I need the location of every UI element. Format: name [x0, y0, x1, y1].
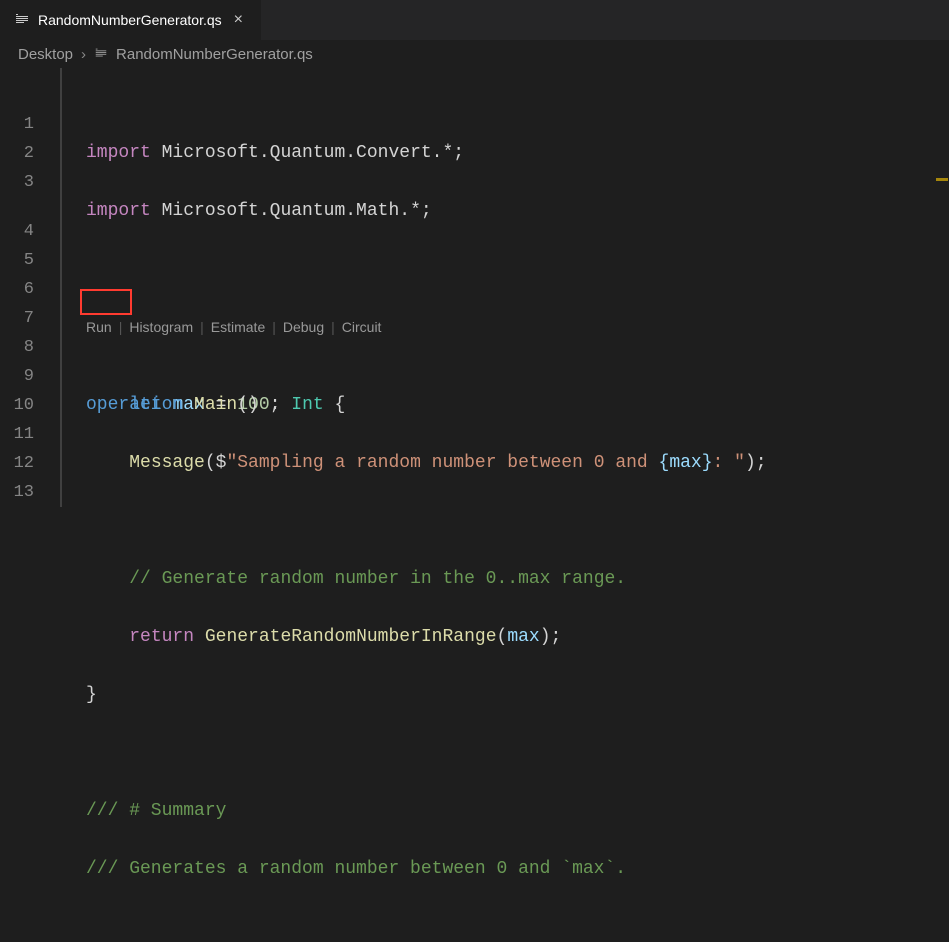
codelens-bar: Run | Histogram | Estimate | Debug | Cir… — [86, 313, 381, 342]
close-icon[interactable]: × — [230, 11, 247, 29]
line-number: 5 — [0, 246, 34, 275]
breadcrumb-folder[interactable]: Desktop — [18, 46, 73, 63]
file-icon — [94, 46, 108, 63]
chevron-right-icon: › — [81, 46, 86, 63]
line-number: 2 — [0, 139, 34, 168]
line-number: 7 — [0, 304, 34, 333]
codelens-histogram[interactable]: Histogram — [129, 313, 193, 342]
line-number: 6 — [0, 275, 34, 304]
line-number: 9 — [0, 362, 34, 391]
breadcrumb-file[interactable]: RandomNumberGenerator.qs — [116, 46, 313, 63]
codelens-circuit[interactable]: Circuit — [342, 313, 382, 342]
tab-bar: RandomNumberGenerator.qs × — [0, 0, 949, 40]
run-highlight — [80, 289, 132, 315]
code-content[interactable]: import Microsoft.Quantum.Convert.*; impo… — [60, 68, 935, 507]
codelens-estimate[interactable]: Estimate — [211, 313, 265, 342]
line-gutter: 1 2 3 4 5 6 7 8 9 10 11 12 13 — [0, 68, 60, 507]
line-number: 10 — [0, 391, 34, 420]
editor-area[interactable]: 1 2 3 4 5 6 7 8 9 10 11 12 13 import Mic… — [0, 68, 949, 507]
editor-tab[interactable]: RandomNumberGenerator.qs × — [0, 0, 262, 40]
tab-title: RandomNumberGenerator.qs — [38, 12, 222, 28]
line-number: 12 — [0, 449, 34, 478]
codelens-run[interactable]: Run — [86, 313, 112, 342]
codelens-debug[interactable]: Debug — [283, 313, 324, 342]
line-number: 8 — [0, 333, 34, 362]
line-number: 11 — [0, 420, 34, 449]
scroll-marker — [936, 178, 948, 181]
line-number: 13 — [0, 478, 34, 507]
breadcrumb: Desktop › RandomNumberGenerator.qs — [0, 40, 949, 68]
scrollbar[interactable] — [935, 68, 949, 507]
line-number: 1 — [0, 110, 34, 139]
file-icon — [14, 11, 30, 30]
line-number: 3 — [0, 168, 34, 197]
line-number: 4 — [0, 217, 34, 246]
